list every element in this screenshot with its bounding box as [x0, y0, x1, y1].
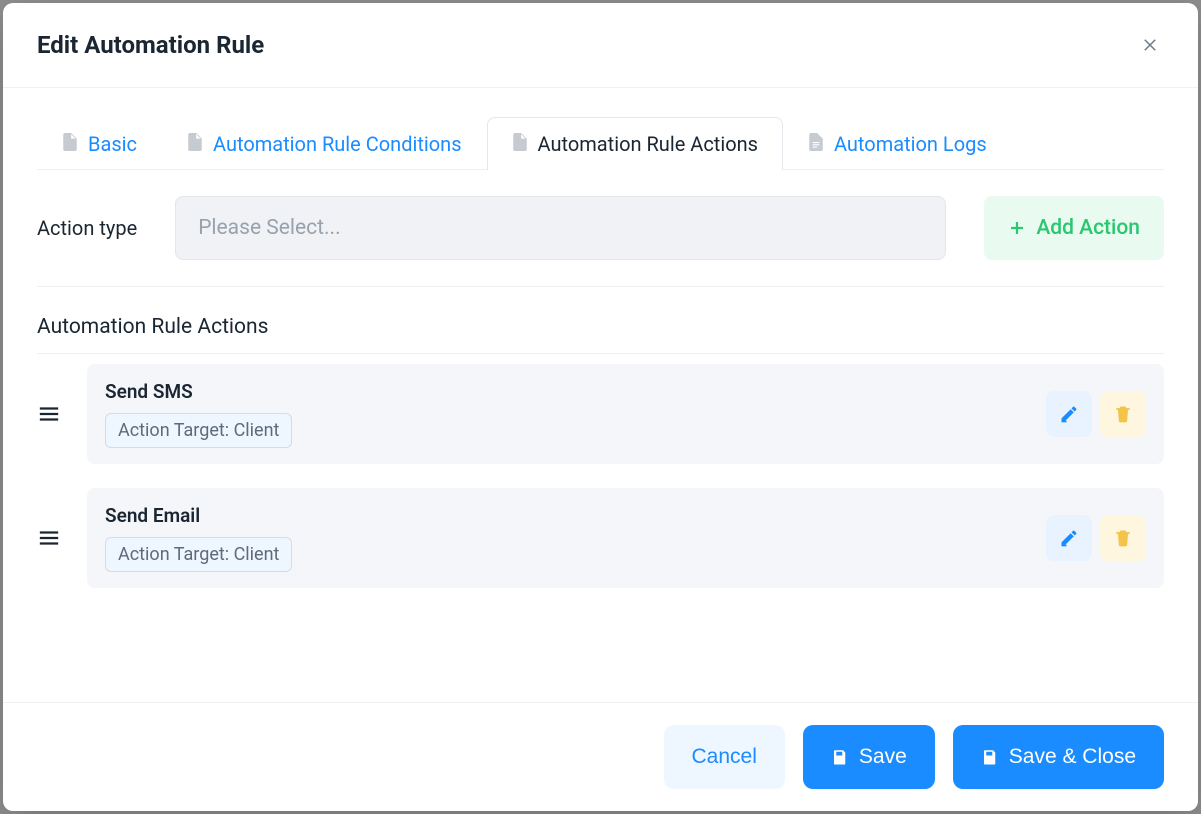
edit-icon — [1059, 528, 1079, 548]
cancel-button[interactable]: Cancel — [664, 725, 785, 789]
drag-icon — [38, 406, 60, 422]
action-type-label: Action type — [37, 216, 137, 240]
drag-handle[interactable] — [37, 402, 61, 426]
add-action-button[interactable]: Add Action — [984, 196, 1164, 260]
action-name: Send SMS — [105, 380, 292, 403]
trash-icon — [1113, 528, 1133, 548]
tab-label: Automation Rule Conditions — [213, 132, 462, 156]
action-row: Send Email Action Target: Client — [37, 488, 1164, 588]
tab-basic[interactable]: Basic — [37, 117, 162, 170]
add-action-label: Add Action — [1036, 216, 1140, 240]
action-row: Send SMS Action Target: Client — [37, 364, 1164, 464]
action-target-chip: Action Target: Client — [105, 413, 292, 448]
close-button[interactable] — [1136, 31, 1164, 59]
modal-footer: Cancel Save Save & Close — [3, 702, 1198, 811]
modal-body: Basic Automation Rule Conditions Automat… — [3, 88, 1198, 702]
file-icon — [62, 132, 78, 156]
floppy-icon — [831, 748, 849, 766]
modal-title: Edit Automation Rule — [37, 31, 264, 59]
action-card: Send Email Action Target: Client — [87, 488, 1164, 588]
tab-label: Automation Rule Actions — [538, 132, 758, 156]
cancel-label: Cancel — [692, 745, 757, 769]
tab-actions[interactable]: Automation Rule Actions — [487, 117, 783, 170]
section-title: Automation Rule Actions — [37, 287, 1164, 354]
floppy-icon — [981, 748, 999, 766]
edit-action-button[interactable] — [1046, 391, 1092, 437]
lines-file-icon — [808, 132, 824, 156]
plus-icon — [1008, 219, 1026, 237]
save-label: Save — [859, 745, 907, 769]
tab-label: Basic — [88, 132, 137, 156]
select-placeholder: Please Select... — [198, 216, 340, 240]
delete-action-button[interactable] — [1100, 515, 1146, 561]
close-icon — [1141, 36, 1159, 54]
save-button[interactable]: Save — [803, 725, 935, 789]
action-card-right — [1046, 515, 1146, 561]
tab-label: Automation Logs — [834, 132, 987, 156]
action-card-left: Send SMS Action Target: Client — [105, 380, 292, 448]
trash-icon — [1113, 404, 1133, 424]
file-icon — [187, 132, 203, 156]
action-type-row: Action type Please Select... Add Action — [37, 170, 1164, 287]
tab-conditions[interactable]: Automation Rule Conditions — [162, 117, 487, 170]
tab-logs[interactable]: Automation Logs — [783, 117, 1012, 170]
action-type-select[interactable]: Please Select... — [175, 196, 946, 260]
edit-action-button[interactable] — [1046, 515, 1092, 561]
modal-header: Edit Automation Rule — [3, 3, 1198, 88]
action-name: Send Email — [105, 504, 292, 527]
edit-icon — [1059, 404, 1079, 424]
delete-action-button[interactable] — [1100, 391, 1146, 437]
tabs: Basic Automation Rule Conditions Automat… — [37, 116, 1164, 170]
save-close-button[interactable]: Save & Close — [953, 725, 1164, 789]
drag-handle[interactable] — [37, 526, 61, 550]
action-target-chip: Action Target: Client — [105, 537, 292, 572]
action-card-left: Send Email Action Target: Client — [105, 504, 292, 572]
file-icon — [512, 132, 528, 156]
drag-icon — [38, 530, 60, 546]
action-card: Send SMS Action Target: Client — [87, 364, 1164, 464]
action-card-right — [1046, 391, 1146, 437]
edit-automation-rule-modal: Edit Automation Rule Basic Automation Ru… — [3, 3, 1198, 811]
save-close-label: Save & Close — [1009, 745, 1136, 769]
actions-list: Send SMS Action Target: Client — [37, 354, 1164, 588]
